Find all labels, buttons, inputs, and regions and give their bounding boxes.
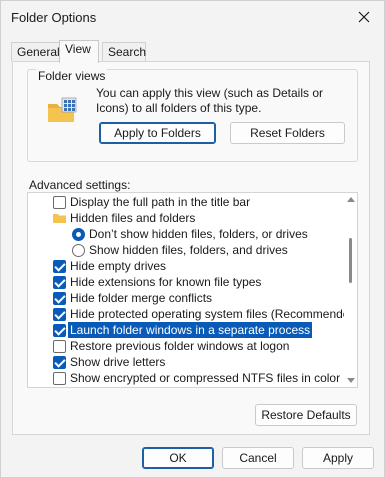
list-item-dont-show-hidden[interactable]: Don’t show hidden files, folders, or dri…: [28, 226, 344, 242]
list-item-label: Show hidden files, folders, and drives: [89, 243, 288, 257]
folder-icon: [53, 214, 66, 223]
list-item-hidden-files-folders: Hidden files and folders: [28, 210, 344, 226]
checkbox[interactable]: [53, 356, 66, 369]
folder-views-description: You can apply this view (such as Details…: [96, 86, 324, 115]
cancel-button[interactable]: Cancel: [222, 447, 294, 469]
tab-label: Search: [108, 45, 147, 59]
list-item-restore-previous-windows[interactable]: Restore previous folder windows at logon: [28, 338, 344, 354]
checkbox[interactable]: [53, 292, 66, 305]
view-tab-panel: Folder views You can apply this view (su…: [12, 61, 370, 435]
ok-button[interactable]: OK: [142, 447, 214, 469]
list-item-launch-separate-process[interactable]: Launch folder windows in a separate proc…: [28, 322, 344, 338]
checkbox[interactable]: [53, 308, 66, 321]
reset-folders-button[interactable]: Reset Folders: [230, 122, 345, 144]
advanced-settings-label: Advanced settings:: [29, 178, 131, 192]
folder-options-window: Folder Options General View Search Folde…: [0, 0, 385, 478]
tab-label: View: [65, 42, 91, 56]
list-item-label: Hide empty drives: [70, 259, 167, 273]
list-item-label: Show drive letters: [70, 355, 166, 369]
list-item-display-full-path[interactable]: Display the full path in the title bar: [28, 194, 344, 210]
list-item-hide-protected-files[interactable]: Hide protected operating system files (R…: [28, 306, 357, 322]
folder-views-legend: Folder views: [36, 69, 108, 83]
tab-search[interactable]: Search: [102, 42, 146, 61]
apply-button[interactable]: Apply: [302, 447, 374, 469]
list-item-label: Hide protected operating system files (R…: [70, 307, 358, 321]
advanced-settings-list[interactable]: Display the full path in the title bar H…: [27, 192, 358, 388]
title-bar: Folder Options: [1, 1, 384, 35]
window-title: Folder Options: [11, 10, 97, 25]
scrollbar-thumb[interactable]: [349, 238, 352, 283]
folder-views-icon: [48, 97, 77, 122]
list-item-label: Display the full path in the title bar: [70, 195, 251, 209]
list-item-hide-empty-drives[interactable]: Hide empty drives: [28, 258, 344, 274]
close-icon[interactable]: [354, 7, 374, 27]
list-item-hide-extensions[interactable]: Hide extensions for known file types: [28, 274, 344, 290]
checkbox[interactable]: [53, 260, 66, 273]
checkbox[interactable]: [53, 276, 66, 289]
checkbox[interactable]: [53, 196, 66, 209]
scroll-up-icon[interactable]: [347, 197, 355, 202]
checkbox[interactable]: [53, 372, 66, 385]
list-item-label: Hidden files and folders: [70, 211, 196, 225]
tab-label: General: [17, 45, 60, 59]
list-item-hide-merge-conflicts[interactable]: Hide folder merge conflicts: [28, 290, 344, 306]
apply-to-folders-button[interactable]: Apply to Folders: [99, 122, 216, 144]
list-item-show-encrypted-color[interactable]: Show encrypted or compressed NTFS files …: [28, 370, 344, 386]
list-item-show-drive-letters[interactable]: Show drive letters: [28, 354, 344, 370]
checkbox[interactable]: [53, 340, 66, 353]
list-item-label: Hide folder merge conflicts: [70, 291, 213, 305]
scroll-down-icon[interactable]: [347, 378, 355, 383]
list-item-show-hidden[interactable]: Show hidden files, folders, and drives: [28, 242, 344, 258]
tab-general[interactable]: General: [11, 42, 60, 61]
list-item-label: Restore previous folder windows at logon: [70, 339, 290, 353]
vertical-scrollbar[interactable]: [344, 193, 357, 387]
restore-defaults-button[interactable]: Restore Defaults: [255, 404, 357, 426]
checkbox[interactable]: [53, 324, 66, 337]
list-item-label: Don’t show hidden files, folders, or dri…: [89, 227, 308, 241]
radio-button[interactable]: [72, 228, 85, 241]
folder-views-group: Folder views You can apply this view (su…: [27, 69, 358, 162]
list-item-label: Show encrypted or compressed NTFS files …: [70, 371, 341, 385]
list-item-label: Hide extensions for known file types: [70, 275, 262, 289]
list-item-label: Launch folder windows in a separate proc…: [68, 322, 313, 338]
tab-view[interactable]: View: [59, 40, 99, 63]
radio-button[interactable]: [72, 244, 85, 257]
